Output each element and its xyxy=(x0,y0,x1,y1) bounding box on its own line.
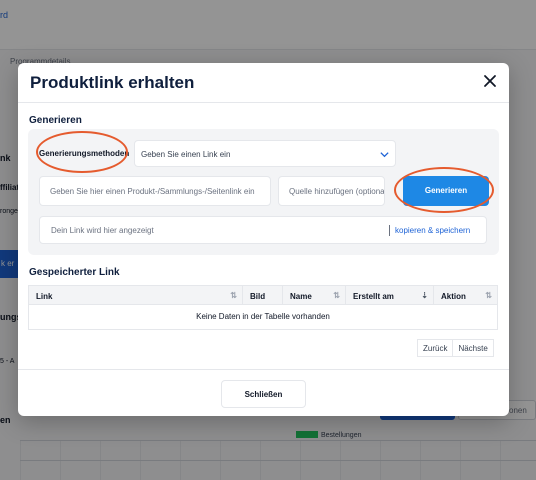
close-icon[interactable] xyxy=(480,71,500,91)
saved-links-table: Link ⇅ Bild Name ⇅ Erstellt am ⇣ Aktion ⇅ Ke… xyxy=(28,285,498,330)
table-header: Link ⇅ Bild Name ⇅ Erstellt am ⇣ Aktion ⇅ xyxy=(28,285,498,305)
saved-links-label: Gespeicherter Link xyxy=(29,267,120,278)
sort-icon: ⇅ xyxy=(333,291,340,300)
pagination: Zurück Nächste xyxy=(417,339,494,357)
generation-method-select[interactable]: Geben Sie einen Link ein xyxy=(134,140,396,167)
sort-icon: ⇅ xyxy=(230,291,237,300)
product-link-input[interactable]: Geben Sie hier einen Produkt-/Sammlungs-… xyxy=(39,176,271,206)
column-header-image: Bild xyxy=(243,286,283,304)
generate-section-label: Generieren xyxy=(29,115,82,126)
table-empty-row: Keine Daten in der Tabelle vorhanden xyxy=(28,305,498,330)
sort-icon: ⇅ xyxy=(485,291,492,300)
pagination-next-button[interactable]: Nächste xyxy=(453,339,494,357)
copy-save-link[interactable]: kopieren & speichern xyxy=(395,226,470,235)
method-select-value: Geben Sie einen Link ein xyxy=(141,150,231,159)
source-input[interactable]: Quelle hinzufügen (optional) xyxy=(278,176,385,206)
output-placeholder: Dein Link wird hier angezeigt xyxy=(51,226,154,235)
header-divider xyxy=(18,102,509,103)
generate-button[interactable]: Generieren xyxy=(403,176,489,206)
column-header-action[interactable]: Aktion ⇅ xyxy=(434,286,497,304)
sort-desc-icon: ⇣ xyxy=(421,291,428,300)
chevron-down-icon xyxy=(380,152,389,158)
generated-link-output: Dein Link wird hier angezeigt kopieren &… xyxy=(39,216,487,244)
close-button[interactable]: Schließen xyxy=(221,380,306,408)
pagination-prev-button[interactable]: Zurück xyxy=(417,339,454,357)
modal-title: Produktlink erhalten xyxy=(30,73,195,92)
column-header-created[interactable]: Erstellt am ⇣ xyxy=(346,286,434,304)
footer-divider xyxy=(18,369,509,370)
column-header-name[interactable]: Name ⇅ xyxy=(283,286,346,304)
output-separator xyxy=(389,225,390,236)
product-link-modal: Produktlink erhalten Generieren Generier… xyxy=(18,63,509,416)
generation-method-label: Generierungsmethoden xyxy=(39,149,130,158)
column-header-link[interactable]: Link ⇅ xyxy=(29,286,243,304)
